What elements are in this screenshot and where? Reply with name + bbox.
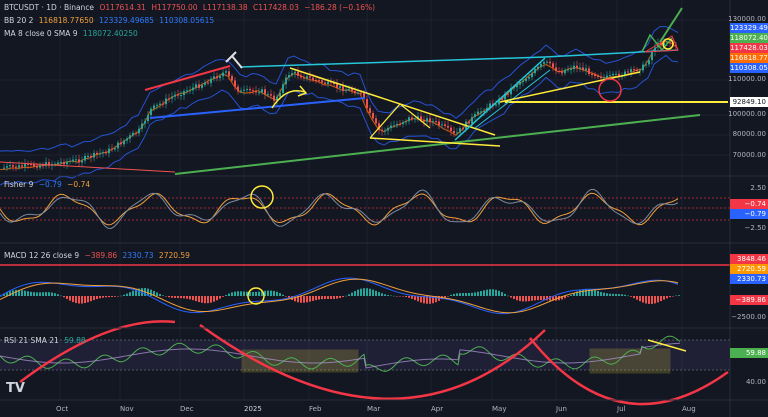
ma-label: MA 8 close 0 SMA 9 bbox=[4, 29, 78, 38]
macd-hist-value: −389.86 bbox=[84, 251, 118, 260]
rsi-tick: 40.00 bbox=[745, 378, 766, 386]
price-label-bb-upper: 123329.49 bbox=[730, 23, 768, 33]
macd-tick: −2500.00 bbox=[731, 313, 766, 321]
rsi-value: 59.88 bbox=[64, 336, 86, 345]
time-tick: Jun bbox=[556, 405, 567, 413]
fisher-label: Fisher 9 bbox=[4, 180, 34, 189]
red-circle-marker[interactable] bbox=[598, 78, 622, 102]
price-tick: 70000.00 bbox=[732, 151, 766, 159]
time-tick: Oct bbox=[56, 405, 69, 413]
rsi-legend[interactable]: RSI 21 SMA 21 59.88 bbox=[4, 336, 89, 345]
price-label-last: 117428.03 bbox=[730, 43, 768, 53]
ma-legend[interactable]: MA 8 close 0 SMA 9 118072.40250 bbox=[4, 29, 141, 38]
macd-signal-value: 2720.59 bbox=[158, 251, 190, 260]
macd-pane bbox=[0, 264, 730, 315]
ohlc-change: −186.28 (−0.16%) bbox=[304, 3, 376, 12]
rsi-box-1[interactable] bbox=[241, 349, 359, 373]
price-tick: 80000.00 bbox=[732, 130, 766, 138]
time-tick: Dec bbox=[180, 405, 194, 413]
time-tick: Apr bbox=[431, 405, 444, 413]
bb-lower-value: 110308.05615 bbox=[159, 16, 215, 25]
fisher-label-1: −0.74 bbox=[730, 199, 768, 209]
rsi-label: RSI 21 SMA 21 bbox=[4, 336, 59, 345]
fisher-value-2: −0.74 bbox=[67, 180, 91, 189]
bb-basis-value: 116818.77650 bbox=[38, 16, 94, 25]
rsi-pane bbox=[0, 320, 730, 406]
price-tick: 130000.00 bbox=[728, 15, 766, 23]
macd-label-macd: 2330.73 bbox=[730, 274, 768, 284]
main-legend: BTCUSDT · 1D · Binance O117614.31 H11775… bbox=[4, 3, 378, 12]
rsi-label-value: 59.88 bbox=[730, 348, 768, 358]
fisher-tick: 2.50 bbox=[750, 184, 766, 192]
candles bbox=[3, 37, 677, 172]
price-tick: 110000.00 bbox=[728, 75, 766, 83]
price-label-bb-basis: 116818.77 bbox=[730, 53, 768, 63]
fisher-legend[interactable]: Fisher 9 −0.79 −0.74 bbox=[4, 180, 93, 189]
rsi-box-2[interactable] bbox=[589, 348, 671, 374]
chart-canvas[interactable] bbox=[0, 0, 768, 417]
fisher-tick: −2.50 bbox=[744, 224, 766, 232]
bb-legend[interactable]: BB 20 2 116818.77650 123329.49685 110308… bbox=[4, 16, 217, 25]
bb-label: BB 20 2 bbox=[4, 16, 34, 25]
macd-label-signal: 2720.59 bbox=[730, 264, 768, 274]
fisher-pane bbox=[0, 185, 730, 229]
time-tick: Aug bbox=[682, 405, 696, 413]
macd-label-hist: −389.86 bbox=[730, 295, 768, 305]
fisher-value-1: −0.79 bbox=[38, 180, 62, 189]
time-tick: May bbox=[492, 405, 507, 413]
price-label-level: 92849.10 bbox=[730, 97, 768, 107]
time-tick: Mar bbox=[367, 405, 381, 413]
tradingview-logo[interactable]: TV bbox=[6, 381, 25, 396]
ohlc-high: H117750.00 bbox=[151, 3, 198, 12]
price-label-bb-lower: 110308.05 bbox=[730, 63, 768, 73]
time-tick: Nov bbox=[120, 405, 134, 413]
cyan-rising-line[interactable] bbox=[454, 57, 546, 141]
time-tick: Feb bbox=[309, 405, 322, 413]
bb-upper-value: 123329.49685 bbox=[99, 16, 154, 25]
macd-label-high: 3848.46 bbox=[730, 254, 768, 264]
long-support-line[interactable] bbox=[174, 114, 701, 175]
time-tick: Jul bbox=[617, 405, 626, 413]
ohlc-open: O117614.31 bbox=[99, 3, 146, 12]
macd-line-value: 2330.73 bbox=[122, 251, 154, 260]
symbol-label[interactable]: BTCUSDT · 1D · Binance bbox=[4, 3, 94, 12]
ohlc-low: L117138.38 bbox=[202, 3, 248, 12]
time-tick: 2025 bbox=[244, 405, 262, 413]
fisher-label-2: −0.79 bbox=[730, 209, 768, 219]
ma-value: 118072.40250 bbox=[82, 29, 138, 38]
ohlc-close: C117428.03 bbox=[253, 3, 299, 12]
macd-legend[interactable]: MACD 12 26 close 9 −389.86 2330.73 2720.… bbox=[4, 251, 193, 260]
bollinger-bands bbox=[0, 26, 679, 186]
price-tick: 100000.00 bbox=[728, 110, 766, 118]
price-label-ma: 118072.40 bbox=[730, 33, 768, 43]
macd-label: MACD 12 26 close 9 bbox=[4, 251, 80, 260]
